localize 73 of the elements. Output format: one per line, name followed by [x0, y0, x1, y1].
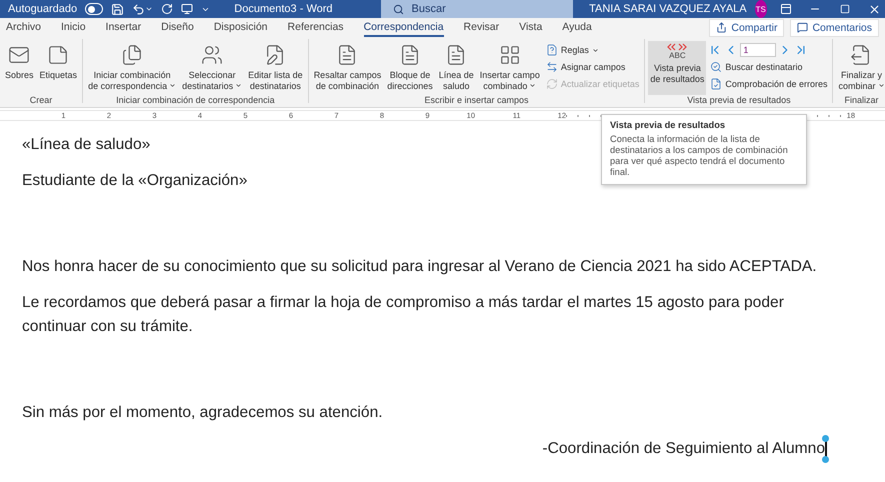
document-paragraph: Nos honra hacer de su conocimiento que su solicitud para ingresar al Verano de Ciencia 2021 ha sido ACEPTADA. — [22, 258, 817, 275]
ribbon-button[interactable]: Seleccionar destinatarios — [180, 41, 244, 95]
comment-icon — [797, 22, 808, 33]
caret-icon[interactable] — [145, 5, 154, 13]
caret-icon — [529, 82, 536, 89]
tooltip-text: Conecta la información de la lista de destinatarios a los campos de combinación para ver qué aspecto tendrá el documento final. — [610, 134, 789, 178]
window-title: Documento3 - Word — [234, 3, 333, 15]
document-paragraph: Sin más por el momento, agradecemos su atención. — [22, 404, 383, 421]
group-label: Finalizar — [843, 95, 880, 105]
ribbon-button[interactable]: ABC Vista previa de resultados — [648, 41, 706, 95]
restore-icon[interactable] — [840, 4, 850, 14]
autosave-toggle[interactable] — [85, 3, 104, 15]
ribbon-tab[interactable]: Referencias — [288, 18, 344, 37]
ribbon-button[interactable]: Sobres — [3, 41, 36, 95]
ribbon-tab[interactable]: Disposición — [214, 18, 268, 37]
group-label: Crear — [28, 95, 54, 105]
ribbon-tab[interactable]: Diseño — [161, 18, 194, 37]
ribbon-button[interactable]: Editar lista de destinatarios — [246, 41, 305, 95]
document-paragraph: Estudiante de la «Organización» — [22, 172, 248, 189]
group-label: Iniciar combinación de correspondencia — [115, 95, 276, 105]
ribbon-tab[interactable]: Vista — [519, 18, 542, 37]
group-label: Vista previa de resultados — [686, 95, 792, 105]
ribbon-small-button[interactable]: Buscar destinatario — [708, 59, 830, 75]
ribbon-button[interactable]: Resaltar campos de combinación — [312, 41, 384, 95]
ribbon-small-button[interactable]: Comprobación de errores — [708, 76, 830, 92]
ribbon-small-button[interactable]: Asignar campos — [544, 59, 642, 75]
ribbon-icon — [47, 44, 70, 66]
ribbon-button[interactable]: Bloque de direcciones — [385, 41, 435, 95]
ribbon-icon — [710, 78, 722, 90]
caret-icon — [878, 82, 884, 89]
user-avatar[interactable]: TS — [754, 0, 767, 18]
chevrons-icon — [667, 43, 688, 51]
ribbon-button[interactable]: Finalizar y combinar — [836, 41, 885, 95]
document-paragraph: Le recordamos que deberá pasar a firmar la hoja de compromiso a más tardar el martes 15 agosto para poder continuar con su trámite. — [22, 294, 784, 335]
ribbon-icon — [201, 44, 224, 66]
share-button[interactable]: Compartir — [709, 18, 784, 36]
ribbon-tab[interactable]: Ayuda — [562, 18, 592, 37]
ribbon-icon — [546, 44, 558, 56]
ribbon-display-icon[interactable] — [780, 3, 792, 15]
search-icon — [392, 4, 404, 14]
ribbon-icon — [546, 61, 558, 73]
group-label: Escribir e insertar campos — [424, 95, 530, 105]
ribbon-small-button[interactable]: Reglas — [544, 42, 642, 58]
close-icon[interactable] — [868, 2, 881, 16]
comments-button[interactable]: Comentarios — [790, 18, 879, 36]
ribbon-tab[interactable]: Insertar — [106, 18, 142, 37]
caret-icon — [169, 82, 176, 89]
ribbon-button[interactable]: Línea de saludo — [436, 41, 476, 95]
preview-icon-text: ABC — [669, 51, 686, 60]
ribbon-icon — [498, 44, 521, 66]
share-icon — [716, 22, 728, 33]
ribbon-icon — [121, 44, 144, 66]
ribbon-icon — [546, 78, 558, 90]
ribbon-icon — [8, 44, 30, 66]
ribbon-tab[interactable]: Inicio — [61, 18, 86, 37]
undo-icon[interactable] — [132, 2, 146, 16]
ribbon-icon — [710, 61, 722, 73]
tooltip-title: Vista previa de resultados — [610, 120, 726, 131]
redo-icon[interactable] — [161, 3, 174, 15]
ribbon-button[interactable]: Iniciar combinación de correspondencia — [86, 41, 178, 95]
user-name: TANIA SARAI VAZQUEZ AYALA — [589, 3, 747, 15]
ribbon-button[interactable]: Insertar campo combinado — [478, 41, 542, 95]
document-paragraph: «Línea de saludo» — [22, 136, 150, 153]
autosave-label: Autoguardado — [8, 3, 78, 15]
ribbon-tab[interactable]: Revisar — [464, 18, 500, 37]
ribbon-tab[interactable]: Archivo — [6, 18, 42, 37]
search-field[interactable]: Buscar — [380, 0, 574, 18]
caret-icon — [592, 46, 599, 54]
caret-icon — [235, 82, 242, 89]
save-icon[interactable] — [111, 2, 124, 16]
ribbon-button[interactable]: Etiquetas — [38, 41, 80, 95]
record-field[interactable]: 1 — [740, 43, 776, 57]
document-paragraph: -Coordinación de Seguimiento al Alumno — [542, 440, 825, 457]
